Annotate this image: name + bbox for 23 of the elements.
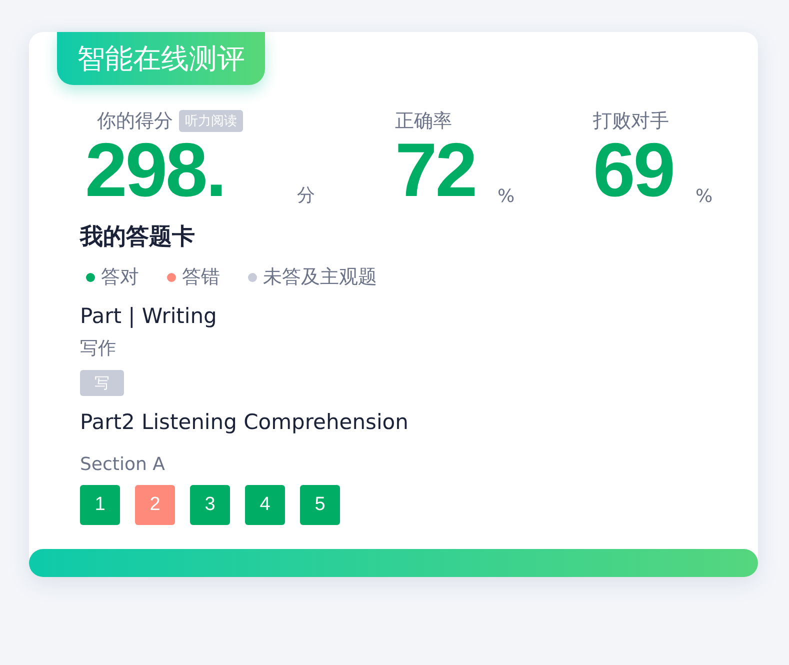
legend-label: 答错 xyxy=(182,265,220,290)
part-subtitle: 写作 xyxy=(80,337,117,360)
part-title: Part2 Listening Comprehension xyxy=(80,410,410,434)
legend-label: 未答及主观题 xyxy=(263,265,377,290)
stat-label: 打败对手 xyxy=(593,109,669,134)
part-subtitle: Section A xyxy=(80,454,166,475)
stat-unit: 分 xyxy=(296,184,315,207)
question-button[interactable]: 1 xyxy=(80,485,120,525)
question-button[interactable]: 2 xyxy=(135,485,175,525)
stat-value: 69 xyxy=(593,135,674,207)
stat-value: 72 xyxy=(395,135,476,207)
stat-unit: % xyxy=(498,186,515,207)
question-button[interactable]: 5 xyxy=(300,485,340,525)
stat-label: 你的得分 xyxy=(97,109,173,134)
legend-label: 答对 xyxy=(101,265,139,290)
part-title: Part | Writing xyxy=(80,304,218,328)
question-button[interactable]: 4 xyxy=(245,485,285,525)
section-title: 我的答题卡 xyxy=(80,223,196,252)
banner-title: 智能在线测评 xyxy=(57,32,265,85)
question-button[interactable]: 3 xyxy=(190,485,230,525)
stat-value: 298. xyxy=(85,135,225,207)
stat-label: 正确率 xyxy=(395,109,452,134)
stat-unit: % xyxy=(696,186,713,207)
